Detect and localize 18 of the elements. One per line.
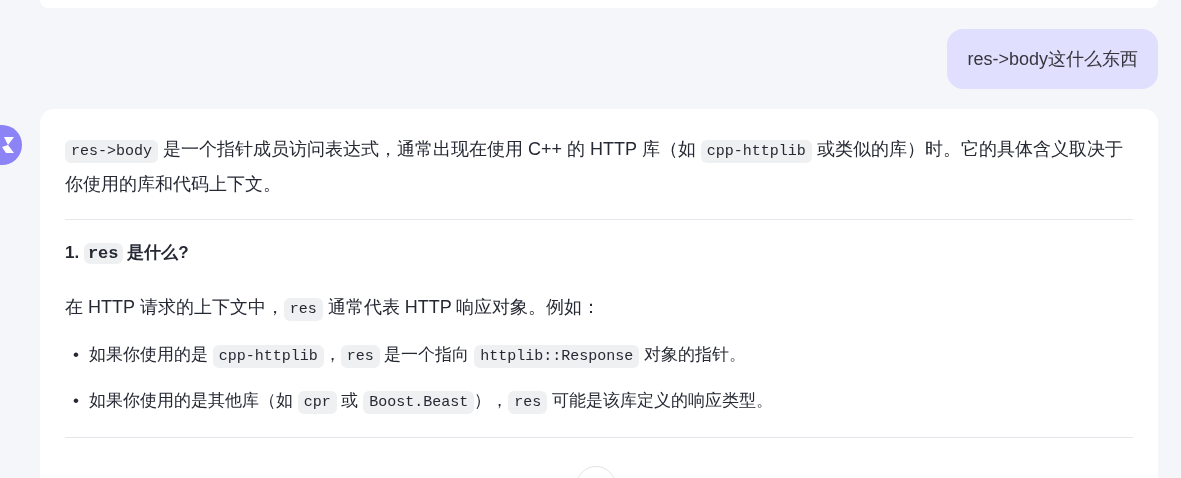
list-item: 如果你使用的是 cpp-httplib ， res 是一个指向 httplib::Response 对象的指针。 [88, 338, 746, 373]
inline-code: res [340, 345, 380, 368]
inline-code: httplib::Response [474, 345, 640, 368]
inline-code: cpp-httplib [212, 345, 324, 368]
section-heading: 1. res 是什么? [65, 242, 190, 266]
inline-code: Boost.Beast [363, 391, 475, 414]
list-item: 如果你使用的是其他库（如 cpr 或 Boost.Beast ）， res 可能是该库定义的响应类型。 [88, 384, 773, 419]
inline-code: res [283, 298, 323, 321]
user-message: res->body这什么东西 [947, 29, 1158, 89]
bullet: • [73, 390, 79, 412]
paragraph: res->body 是一个指针成员访问表达式，通常出现在使用 C++ 的 HTTP 库（如 cpp-httplib 或类似的库）时。它的具体含义取决于你使用的库和代码上下文。 [65, 138, 1124, 196]
inline-code: res [83, 243, 123, 264]
inline-code: cpr [297, 391, 337, 414]
inline-code: res->body [65, 140, 158, 163]
bullet: • [73, 344, 79, 366]
inline-code: cpp-httplib [700, 140, 812, 163]
inline-code: res [508, 391, 548, 414]
paragraph: 在 HTTP 请求的上下文中， res 通常代表 HTTP 响应对象。例如： [65, 291, 1133, 326]
